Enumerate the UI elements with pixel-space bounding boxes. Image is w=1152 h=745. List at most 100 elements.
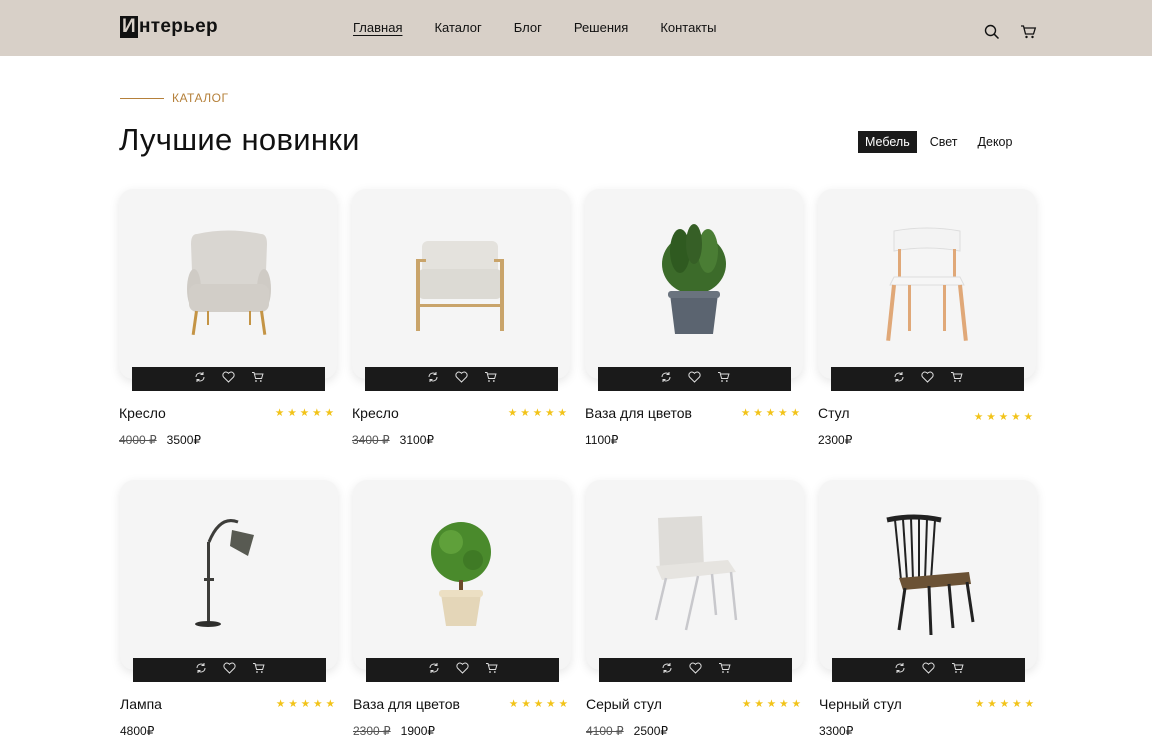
compare-icon[interactable] [428,661,440,679]
product-card[interactable]: Серый стул ★★★★★ 4100 ₽ 2500₽ [586,480,804,738]
compare-icon[interactable] [195,661,207,679]
cart-icon[interactable] [252,661,265,679]
rating-stars: ★★★★★ [740,407,803,419]
cart-icon[interactable] [484,370,497,388]
card-actions-bar [598,367,791,391]
heart-icon[interactable] [454,370,468,388]
section-label-line [120,97,164,99]
old-price: 2300 ₽ [353,724,391,738]
product-card[interactable]: Кресло ★★★★★ 3400 ₽ 3100₽ [352,189,570,447]
compare-icon[interactable] [194,370,206,388]
section-label: КАТАЛОГ [120,91,228,105]
filter-light[interactable]: Свет [923,131,965,153]
heart-icon[interactable] [687,370,701,388]
category-filters: Мебель Свет Декор [858,131,1025,153]
product-prices: 4000 ₽ 3500₽ [119,433,201,447]
old-price: 4100 ₽ [586,724,624,738]
rating-stars: ★★★★★ [275,698,338,710]
old-price: 4000 ₽ [119,433,157,447]
heart-icon[interactable] [920,370,934,388]
product-prices: 4100 ₽ 2500₽ [586,724,668,738]
logo-first-letter: И [120,16,138,38]
product-card[interactable]: Ваза для цветов ★★★★★ 2300 ₽ 1900₽ [353,480,571,738]
card-actions-bar [831,367,1024,391]
product-name[interactable]: Лампа [120,696,162,712]
product-name[interactable]: Кресло [352,405,399,421]
price: 2300₽ [818,433,853,447]
rating-stars: ★★★★★ [508,698,571,710]
product-image-frame[interactable] [586,480,804,682]
topiary-plant-icon [431,522,491,626]
filter-furniture[interactable]: Мебель [858,131,917,153]
product-prices: 3400 ₽ 3100₽ [352,433,434,447]
product-name[interactable]: Серый стул [586,696,662,712]
product-name[interactable]: Ваза для цветов [353,696,460,712]
product-name[interactable]: Ваза для цветов [585,405,692,421]
site-header: Интерьер Главная Каталог Блог Решения Ко… [0,0,1152,56]
product-image-frame[interactable] [819,480,1037,682]
nav-item-solutions[interactable]: Решения [574,20,628,35]
heart-icon[interactable] [221,370,235,388]
black-windsor-chair-icon [886,514,975,636]
price: 1900₽ [400,724,436,738]
compare-icon[interactable] [660,370,672,388]
product-name[interactable]: Кресло [119,405,166,421]
cart-icon[interactable] [951,661,964,679]
rating-stars: ★★★★★ [507,407,570,419]
price: 3100₽ [399,433,435,447]
cart-icon[interactable] [251,370,264,388]
product-name[interactable]: Стул [818,405,850,421]
product-image-frame[interactable] [352,189,570,391]
product-prices: 4800₽ [120,724,154,738]
product-card[interactable]: Черный стул ★★★★★ 3300₽ [819,480,1037,738]
nav-item-catalog[interactable]: Каталог [434,20,481,35]
grey-chair-icon [654,516,738,631]
card-actions-bar [599,658,792,682]
product-prices: 2300₽ [818,433,852,447]
floor-lamp-icon [195,519,254,627]
filter-decor[interactable]: Декор [971,131,1020,153]
product-prices: 3300₽ [819,724,853,738]
cart-icon[interactable] [718,661,731,679]
card-actions-bar [366,658,559,682]
product-card[interactable]: Ваза для цветов ★★★★★ 1100₽ [585,189,803,447]
product-image-frame[interactable] [585,189,803,391]
header-icons [984,24,1037,40]
cart-icon[interactable] [950,370,963,388]
compare-icon[interactable] [427,370,439,388]
rating-stars: ★★★★★ [973,411,1036,423]
product-name[interactable]: Черный стул [819,696,902,712]
cart-icon[interactable] [717,370,730,388]
cart-icon[interactable] [485,661,498,679]
compare-icon[interactable] [894,661,906,679]
wooden-armchair-icon [416,241,504,331]
product-card[interactable]: Лампа ★★★★★ 4800₽ [120,480,338,738]
compare-icon[interactable] [661,661,673,679]
product-image-frame[interactable] [120,480,338,682]
nav-item-home[interactable]: Главная [353,20,402,35]
card-actions-bar [132,367,325,391]
armchair-icon [187,230,271,336]
rating-stars: ★★★★★ [974,698,1037,710]
nav-item-blog[interactable]: Блог [514,20,542,35]
main-nav: Главная Каталог Блог Решения Контакты [353,20,748,35]
heart-icon[interactable] [921,661,935,679]
product-card[interactable]: Стул ★★★★★ 2300₽ [818,189,1036,447]
brand-logo[interactable]: Интерьер [120,16,218,38]
price: 4800₽ [120,724,155,738]
product-image-frame[interactable] [119,189,337,391]
cart-icon[interactable] [1020,24,1037,40]
nav-item-contacts[interactable]: Контакты [660,20,716,35]
old-price: 3400 ₽ [352,433,390,447]
heart-icon[interactable] [455,661,469,679]
section-label-text: КАТАЛОГ [172,91,229,105]
product-card[interactable]: Кресло ★★★★★ 4000 ₽ 3500₽ [119,189,337,447]
product-prices: 2300 ₽ 1900₽ [353,724,435,738]
product-image-frame[interactable] [818,189,1036,391]
search-icon[interactable] [984,24,1000,40]
page-title: Лучшие новинки [119,122,360,157]
heart-icon[interactable] [688,661,702,679]
compare-icon[interactable] [893,370,905,388]
heart-icon[interactable] [222,661,236,679]
product-image-frame[interactable] [353,480,571,682]
